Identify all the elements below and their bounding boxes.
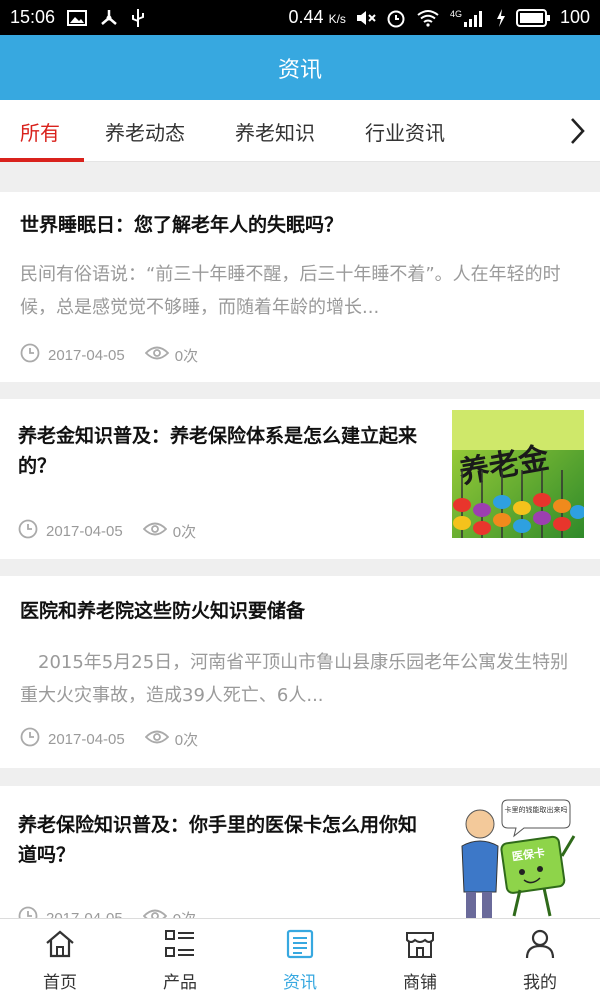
article-date: 2017-04-05 [48,346,125,364]
article-title[interactable]: 养老金知识普及：养老保险体系是怎么建立起来的？ [18,421,418,481]
nav-home[interactable]: 首页 [0,919,120,1000]
article-card[interactable]: 养老保险知识普及：你手里的医保卡怎么用你知道吗？ 2017-04-05 0次 卡… [0,786,600,918]
shop-icon [404,929,436,964]
product-list-icon [164,929,196,964]
battery-level: 100 [559,7,590,27]
article-meta: 2017-04-05 0次 [18,906,196,918]
charging-icon [496,8,506,27]
article-summary: 2015年5月25日，河南省平顶山市鲁山县康乐园老年公寓发生特别重大火灾事故，造… [20,652,569,706]
mute-icon [356,9,376,27]
image-icon [67,9,88,26]
article-meta: 2017-04-05 0次 [18,519,196,543]
article-meta: 2017-04-05 0次 [20,343,198,367]
alarm-icon [386,8,406,28]
signal-icon: 4G [450,9,486,27]
article-card[interactable]: 世界睡眠日：您了解老年人的失眠吗？ 民间有俗语说：“前三十年睡不醒，后三十年睡不… [0,192,600,382]
nav-shop-label: 商铺 [403,973,437,993]
thumbnail-bubble-text: 卡里的钱能取出来吗 [505,805,568,814]
clock-icon [18,906,38,918]
nav-profile[interactable]: 我的 [480,919,600,1000]
eye-icon [144,729,170,749]
article-date: 2017-04-05 [46,522,123,540]
article-title[interactable]: 养老保险知识普及：你手里的医保卡怎么用你知道吗？ [18,810,418,870]
article-thumbnail[interactable]: 卡里的钱能取出来吗 医保卡 [452,796,584,918]
status-time: 15:06 [10,7,56,27]
page-title: 资讯 [277,57,322,83]
wifi-icon [416,9,440,27]
nav-products[interactable]: 产品 [120,919,240,1000]
clock-icon [20,727,40,751]
app-header: 资讯 [0,35,600,100]
nav-shop[interactable]: 商铺 [360,919,480,1000]
article-feed[interactable]: 世界睡眠日：您了解老年人的失眠吗？ 民间有俗语说：“前三十年睡不醒，后三十年睡不… [0,162,600,918]
network-speed: 0.44 K/s [288,7,346,27]
article-title[interactable]: 医院和养老院这些防火知识要储备 [20,596,580,626]
article-title[interactable]: 世界睡眠日：您了解老年人的失眠吗？ [20,210,580,240]
nav-profile-label: 我的 [523,973,557,993]
article-thumbnail[interactable]: 养老金 [452,410,584,538]
user-icon [524,929,556,964]
category-tab-bar: 所有 养老动态 养老知识 行业资讯 [0,100,600,162]
home-icon [44,929,76,964]
status-bar: 15:06 0.44 K/s 4G 100 [0,0,600,35]
article-views: 0次 [172,523,197,541]
chevron-right-icon[interactable] [562,114,592,148]
tab-all[interactable]: 所有 [20,100,60,162]
tab-elderly-knowledge[interactable]: 养老知识 [235,100,315,162]
article-views: 0次 [173,908,196,919]
clock-icon [20,343,40,367]
article-summary: 民间有俗语说：“前三十年睡不醒，后三十年睡不着”。人在年轻的时候，总是感觉觉不够… [20,264,561,318]
article-views: 0次 [174,347,199,365]
nav-products-label: 产品 [163,973,197,993]
eye-icon [144,345,170,365]
article-meta: 2017-04-05 0次 [20,727,198,751]
tab-elderly-news[interactable]: 养老动态 [105,100,185,162]
article-date: 2017-04-05 [48,730,125,748]
eye-icon [142,521,168,541]
article-views: 0次 [174,731,199,749]
article-card[interactable]: 养老金知识普及：养老保险体系是怎么建立起来的？ 2017-04-05 0次 养老… [0,399,600,559]
battery-icon [515,8,550,27]
nav-news-label: 资讯 [283,973,317,993]
usb-share-icon [99,8,119,28]
article-date: 2017-04-05 [46,909,123,919]
clock-icon [18,519,38,543]
bottom-navigation: 首页 产品 资讯 商铺 我的 [0,918,600,1000]
nav-home-label: 首页 [43,973,77,993]
usb-icon [131,8,145,28]
article-card[interactable]: 医院和养老院这些防火知识要储备 2015年5月25日，河南省平顶山市鲁山县康乐园… [0,576,600,768]
news-icon [284,929,316,964]
nav-news[interactable]: 资讯 [240,919,360,1000]
eye-icon [142,908,168,918]
tab-industry-news[interactable]: 行业资讯 [365,100,445,162]
